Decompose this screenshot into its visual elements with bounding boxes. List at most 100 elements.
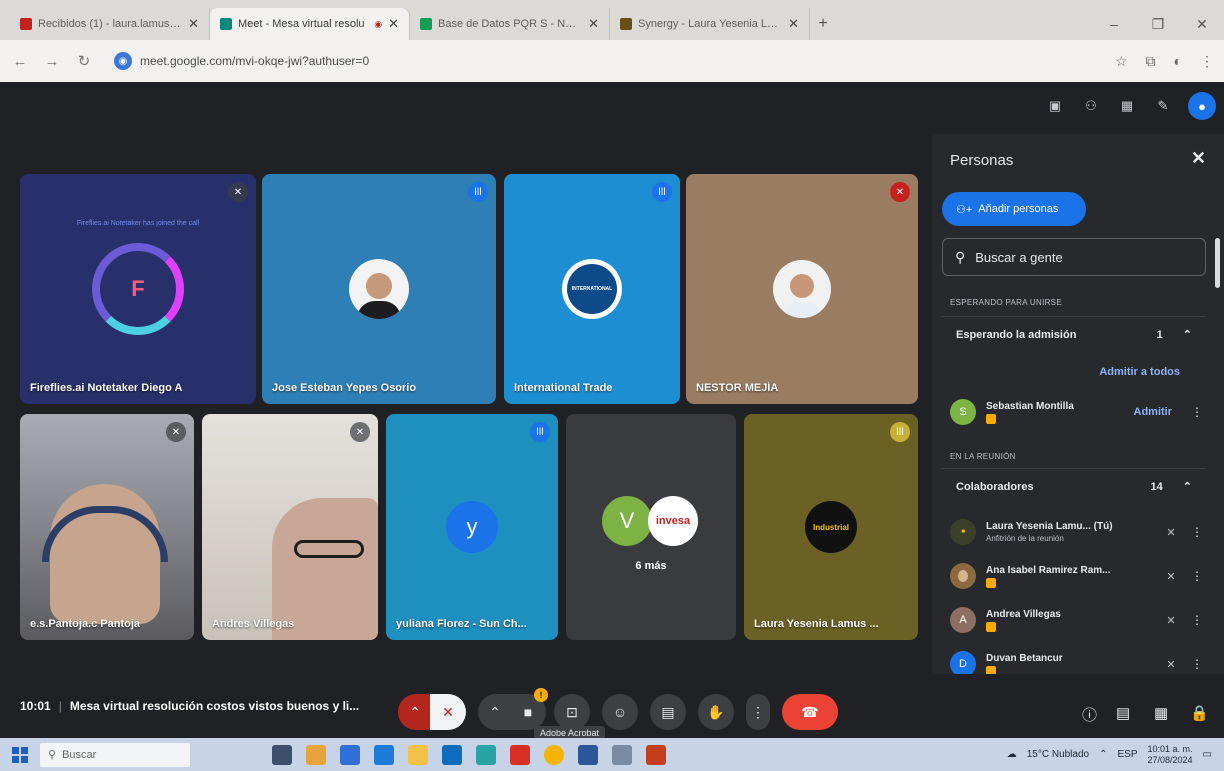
edge-icon[interactable] [476,744,496,765]
pen-icon[interactable]: ✎ [1152,95,1174,117]
restore-icon[interactable]: ❐ [1136,16,1180,33]
mail-icon[interactable] [374,744,394,765]
muted-mic-icon: ✕ [228,182,248,202]
notifications-icon[interactable]: ▭ [1203,749,1212,760]
collaborators-group-header[interactable]: Colaboradores 14 ⌃ [942,468,1206,504]
recording-icon[interactable]: ▣ [1044,95,1066,117]
raise-hand-button[interactable]: ✋ [698,694,734,730]
clock-time: 10:01 a. m. [1147,743,1193,754]
file-explorer-icon[interactable] [408,744,428,765]
camera-toggle-button[interactable]: ■ ! [510,688,548,730]
forward-icon[interactable]: → [42,53,62,70]
participant-tile[interactable]: Industrial ǀǀǀ Laura Yesenia Lamus ... [744,414,918,640]
outlook-icon[interactable] [442,744,462,765]
admit-button[interactable]: Admitir [1134,406,1173,418]
weather-text[interactable]: 15°C Nublado [1027,749,1089,760]
admit-all-button[interactable]: Admitir a todos [1099,366,1180,378]
browser-actions: ☆ ⧉ ◐ ⋮ [1115,53,1214,70]
avatar-letter: V [619,508,635,533]
microphone-toggle-button[interactable]: ✕ [430,694,466,730]
word-icon[interactable] [578,744,598,765]
add-people-button[interactable]: ⚇+ Añadir personas [942,192,1086,226]
reload-icon[interactable]: ↻ [74,52,94,70]
close-panel-icon[interactable]: ✕ [1191,148,1206,169]
layout-icon[interactable]: ▦ [1116,95,1138,117]
close-window-icon[interactable]: ✕ [1180,16,1224,33]
tab-meet[interactable]: Meet - Mesa virtual resolu ◉ ✕ [210,8,410,40]
minimize-icon[interactable]: – [1092,16,1136,32]
chrome-icon[interactable] [544,744,564,765]
muted-mic-icon: ✕ [166,422,186,442]
more-options-icon[interactable]: ⋮ [1190,525,1204,539]
app-icon[interactable] [612,744,632,765]
tab-gmail[interactable]: Recibidos (1) - laura.lamus@v ✕ [10,8,210,40]
present-screen-button[interactable]: ⊡ [554,694,590,730]
participant-tile[interactable]: ✕ Andres Villegas [202,414,378,640]
account-avatar-icon[interactable]: ● [1188,92,1216,120]
address-bar[interactable]: ◉ meet.google.com/mvi-okqe-jwi?authuser=… [106,46,1103,76]
back-icon[interactable]: ← [10,53,30,70]
add-person-icon[interactable]: ⚇ [1080,95,1102,117]
participant-tile[interactable]: ǀǀǀ Jose Esteban Yepes Osorio [262,174,496,404]
muted-mic-icon[interactable]: ✕ [1162,614,1180,627]
more-options-button[interactable]: ⋮ [746,694,770,730]
close-icon[interactable]: ✕ [788,16,799,32]
more-options-icon[interactable]: ⋮ [1190,657,1204,671]
muted-mic-icon[interactable]: ✕ [1162,658,1180,671]
window-controls: – ❐ ✕ [1092,8,1224,40]
language-indicator[interactable]: ESP [1117,749,1137,760]
windows-start-icon[interactable] [12,746,28,763]
activities-icon[interactable]: ▦ [1154,704,1168,722]
new-tab-button[interactable]: + [810,8,836,40]
hand-icon: ✋ [707,703,725,720]
profile-icon[interactable]: ◐ [1174,53,1182,70]
participant-name: Laura Yesenia Lamus ... [754,618,879,630]
participant-tile[interactable]: Fireflies.ai Notetaker has joined the ca… [20,174,256,404]
taskbar-search[interactable]: ⚲ Buscar [40,742,190,767]
more-participants-tile[interactable]: V invesa 6 más [566,414,736,640]
tab-sheets[interactable]: Base de Datos PQR S - Nueva ✕ [410,8,610,40]
close-icon[interactable]: ✕ [588,16,599,32]
avatar-letter: y [466,514,478,539]
participant-tile[interactable]: ✕ NESTOR MEJÍA [686,174,918,404]
mic-options-button[interactable]: ⌃ [398,694,432,730]
info-icon[interactable]: ⓘ [1082,704,1097,725]
app-icon[interactable] [340,744,360,765]
badge-icon [986,413,996,424]
powerpoint-icon[interactable] [646,744,666,765]
close-icon[interactable]: ✕ [188,16,199,32]
divider: | [58,699,62,713]
app-icon[interactable] [306,744,326,765]
waiting-group-header[interactable]: Esperando la admisión 1 ⌃ [942,316,1206,352]
reactions-button[interactable]: ☺ [602,694,638,730]
avatar-letter: D [959,658,967,670]
leave-call-button[interactable]: ☎ [782,694,838,730]
menu-icon[interactable]: ⋮ [1200,53,1214,70]
more-options-icon[interactable]: ⋮ [1190,569,1204,583]
panel-scrollbar[interactable] [1215,238,1220,288]
muted-mic-icon[interactable]: ✕ [1162,570,1180,583]
participant-tile[interactable]: INTERNATIONAL ǀǀǀ International Trade [504,174,680,404]
host-controls-icon[interactable]: 🔒 [1190,704,1209,722]
chat-icon[interactable]: ▤ [1116,704,1130,722]
people-search-input[interactable]: ⚲ Buscar a gente [942,238,1206,276]
more-options-icon[interactable]: ⋮ [1190,405,1204,419]
site-info-icon[interactable]: ◉ [114,52,132,70]
tab-synergy[interactable]: Synergy - Laura Yesenia Lamu ✕ [610,8,810,40]
captions-button[interactable]: ▤ [650,694,686,730]
chevron-up-icon[interactable]: ⌃ [1099,749,1107,760]
muted-mic-icon[interactable]: ✕ [1162,526,1180,539]
camera-options-button[interactable]: ⌃ [478,694,512,730]
more-options-icon[interactable]: ⋮ [1190,613,1204,627]
close-icon[interactable]: ✕ [388,16,399,32]
chevron-up-icon[interactable]: ⌃ [1183,480,1192,493]
chevron-up-icon[interactable]: ⌃ [1183,328,1192,341]
extensions-icon[interactable]: ⧉ [1146,53,1156,70]
participant-name: Fireflies.ai Notetaker Diego A [30,382,183,394]
acrobat-icon[interactable] [510,744,530,765]
bookmark-star-icon[interactable]: ☆ [1115,53,1128,70]
taskbar-clock[interactable]: 10:01 a. m. 27/08/2024 [1148,744,1193,766]
participant-tile[interactable]: y ǀǀǀ yuliana Florez - Sun Ch... [386,414,558,640]
task-view-icon[interactable] [272,744,292,765]
participant-tile[interactable]: ✕ e.s.Pantoja.c Pantoja [20,414,194,640]
